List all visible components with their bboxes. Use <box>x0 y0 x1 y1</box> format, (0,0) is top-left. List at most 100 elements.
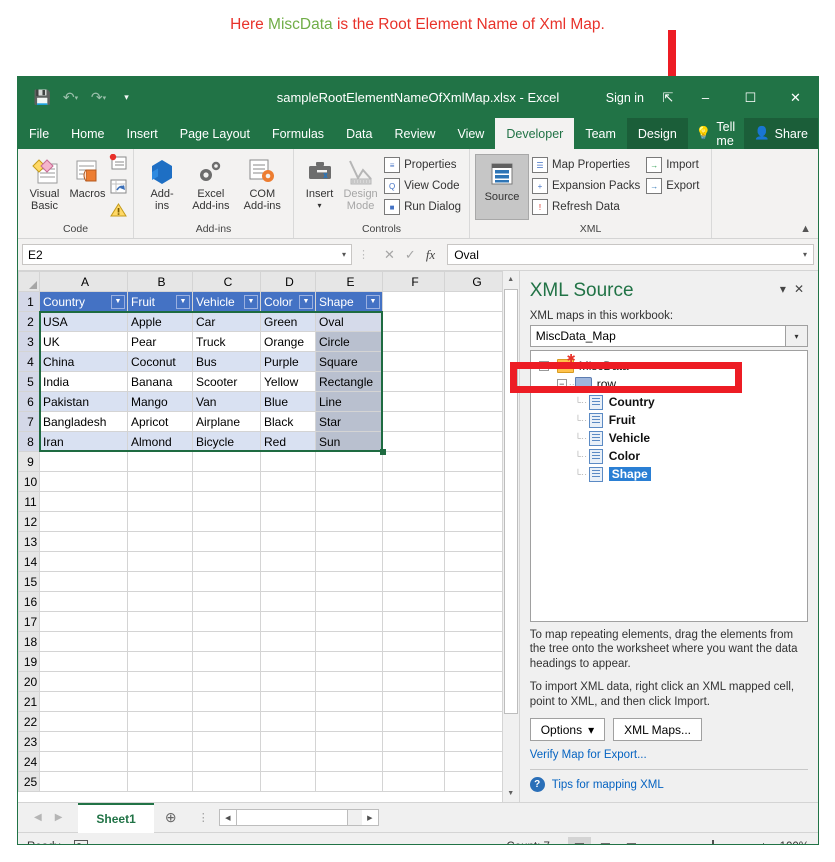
cell-F14[interactable] <box>383 552 445 572</box>
maximize-button[interactable]: ☐ <box>728 77 773 118</box>
grid-table[interactable]: ABCDEFG1Country▼Fruit▼Vehicle▼Color▼Shap… <box>18 271 507 792</box>
cell-E8[interactable]: Sun <box>316 432 383 452</box>
ribbon-display-options-icon[interactable]: ⇱ <box>653 90 683 106</box>
filter-dropdown-icon[interactable]: ▼ <box>176 295 190 309</box>
record-macro-icon[interactable] <box>74 840 88 845</box>
cell-F17[interactable] <box>383 612 445 632</box>
cell-B22[interactable] <box>128 712 193 732</box>
options-button[interactable]: Options ▾ <box>530 718 605 741</box>
visual-basic-button[interactable]: Visual Basic <box>23 152 66 212</box>
row-header-4[interactable]: 4 <box>19 352 40 372</box>
cell-E13[interactable] <box>316 532 383 552</box>
cell-C3[interactable]: Truck <box>193 332 261 352</box>
xml-tree-node-miscdata[interactable]: −··✱MiscData <box>535 357 803 375</box>
cell-C4[interactable]: Bus <box>193 352 261 372</box>
tab-insert[interactable]: Insert <box>116 118 169 149</box>
cell-B5[interactable]: Banana <box>128 372 193 392</box>
map-properties-button[interactable]: ☰ Map Properties <box>529 155 643 175</box>
cell-C12[interactable] <box>193 512 261 532</box>
cell-G15[interactable] <box>445 572 507 592</box>
row-header-5[interactable]: 5 <box>19 372 40 392</box>
horizontal-scrollbar[interactable]: ◀ ▶ <box>219 809 379 826</box>
close-icon[interactable]: ✕ <box>790 280 808 298</box>
cell-E20[interactable] <box>316 672 383 692</box>
cell-A20[interactable] <box>40 672 128 692</box>
cell-D1[interactable]: Color▼ <box>261 292 316 312</box>
horizontal-scroll-track[interactable] <box>348 810 362 825</box>
cell-E10[interactable] <box>316 472 383 492</box>
cell-B17[interactable] <box>128 612 193 632</box>
insert-function-icon[interactable]: fx <box>426 247 435 263</box>
cell-G4[interactable] <box>445 352 507 372</box>
cell-D12[interactable] <box>261 512 316 532</box>
cell-F19[interactable] <box>383 652 445 672</box>
cell-B8[interactable]: Almond <box>128 432 193 452</box>
cell-A7[interactable]: Bangladesh <box>40 412 128 432</box>
cell-F15[interactable] <box>383 572 445 592</box>
cell-F13[interactable] <box>383 532 445 552</box>
cell-B1[interactable]: Fruit▼ <box>128 292 193 312</box>
cell-A17[interactable] <box>40 612 128 632</box>
chevron-up-icon[interactable]: ▲ <box>800 223 811 235</box>
xml-tree-node-shape[interactable]: └··Shape <box>535 465 803 483</box>
cell-D10[interactable] <box>261 472 316 492</box>
cell-F7[interactable] <box>383 412 445 432</box>
cell-B18[interactable] <box>128 632 193 652</box>
cell-D23[interactable] <box>261 732 316 752</box>
tab-formulas[interactable]: Formulas <box>261 118 335 149</box>
cell-A3[interactable]: UK <box>40 332 128 352</box>
select-all-corner[interactable] <box>19 272 40 292</box>
filter-dropdown-icon[interactable]: ▼ <box>299 295 313 309</box>
use-relative-references-icon[interactable] <box>109 178 128 200</box>
tips-for-mapping-link[interactable]: ? Tips for mapping XML <box>530 777 808 802</box>
cell-B15[interactable] <box>128 572 193 592</box>
cell-E25[interactable] <box>316 772 383 792</box>
worksheet-grid[interactable]: ABCDEFG1Country▼Fruit▼Vehicle▼Color▼Shap… <box>18 271 519 802</box>
cell-G23[interactable] <box>445 732 507 752</box>
cell-E7[interactable]: Star <box>316 412 383 432</box>
zoom-in-button[interactable]: + <box>760 841 767 846</box>
cell-D24[interactable] <box>261 752 316 772</box>
scroll-down-icon[interactable]: ▼ <box>503 785 519 802</box>
column-header-a[interactable]: A <box>40 272 128 292</box>
cell-D6[interactable]: Blue <box>261 392 316 412</box>
cell-F6[interactable] <box>383 392 445 412</box>
row-header-6[interactable]: 6 <box>19 392 40 412</box>
cell-G22[interactable] <box>445 712 507 732</box>
cell-E11[interactable] <box>316 492 383 512</box>
tab-view[interactable]: View <box>446 118 495 149</box>
cell-C23[interactable] <box>193 732 261 752</box>
cell-B19[interactable] <box>128 652 193 672</box>
cell-E9[interactable] <box>316 452 383 472</box>
properties-button[interactable]: ≡ Properties <box>381 155 464 175</box>
row-header-13[interactable]: 13 <box>19 532 40 552</box>
cell-B20[interactable] <box>128 672 193 692</box>
cell-B12[interactable] <box>128 512 193 532</box>
scroll-up-icon[interactable]: ▲ <box>503 271 519 288</box>
export-button[interactable]: → Export <box>643 176 702 196</box>
cell-G5[interactable] <box>445 372 507 392</box>
cell-C18[interactable] <box>193 632 261 652</box>
normal-view-button[interactable]: ▦ <box>568 837 591 845</box>
column-header-c[interactable]: C <box>193 272 261 292</box>
cell-A13[interactable] <box>40 532 128 552</box>
cell-A8[interactable]: Iran <box>40 432 128 452</box>
cell-D25[interactable] <box>261 772 316 792</box>
cell-D5[interactable]: Yellow <box>261 372 316 392</box>
cell-G14[interactable] <box>445 552 507 572</box>
cell-D15[interactable] <box>261 572 316 592</box>
cell-E18[interactable] <box>316 632 383 652</box>
cell-E6[interactable]: Line <box>316 392 383 412</box>
cell-B13[interactable] <box>128 532 193 552</box>
filter-dropdown-icon[interactable]: ▼ <box>366 295 380 309</box>
cell-C20[interactable] <box>193 672 261 692</box>
cell-B9[interactable] <box>128 452 193 472</box>
cell-E16[interactable] <box>316 592 383 612</box>
chevron-down-icon[interactable]: ▾ <box>803 250 807 259</box>
column-header-e[interactable]: E <box>316 272 383 292</box>
cell-G25[interactable] <box>445 772 507 792</box>
sheet-splitter[interactable]: ⋮ <box>188 811 219 824</box>
cell-D20[interactable] <box>261 672 316 692</box>
column-header-b[interactable]: B <box>128 272 193 292</box>
cell-D21[interactable] <box>261 692 316 712</box>
